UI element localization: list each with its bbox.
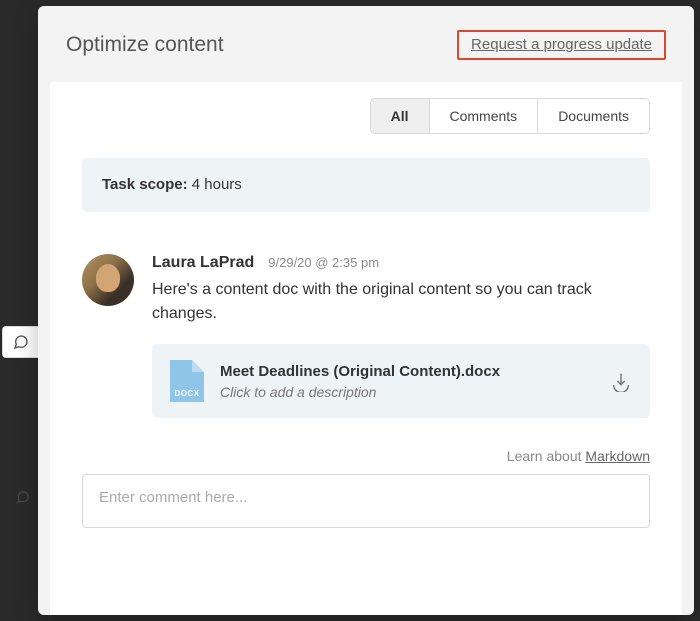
modal-header: Optimize content Request a progress upda… [38,6,694,82]
speech-bubble-icon [13,334,29,350]
comments-tab-toggle[interactable] [2,326,38,358]
comment-item: Laura LaPrad 9/29/20 @ 2:35 pm Here's a … [82,254,650,418]
comment-timestamp: 9/29/20 @ 2:35 pm [268,255,379,270]
task-modal: Optimize content Request a progress upda… [38,6,694,615]
highlight-annotation: Request a progress update [457,30,666,60]
tab-documents[interactable]: Documents [538,99,649,133]
attachment-card[interactable]: DOCX Meet Deadlines (Original Content).d… [152,344,650,418]
markdown-link[interactable]: Markdown [585,448,650,464]
scope-value: 4 hours [188,176,242,193]
file-ext-label: DOCX [170,389,204,398]
tab-comments[interactable]: Comments [430,99,539,133]
task-scope-box: Task scope: 4 hours [82,158,650,212]
comment-text: Here's a content doc with the original c… [152,278,650,326]
attachment-filename: Meet Deadlines (Original Content).docx [220,362,594,382]
attachment-description[interactable]: Click to add a description [220,384,594,400]
comment-placeholder: Enter comment here... [99,489,247,506]
markdown-hint: Learn about Markdown [82,448,650,464]
learn-prefix: Learn about [507,448,586,464]
modal-body: All Comments Documents Task scope: 4 hou… [50,82,682,615]
request-progress-link[interactable]: Request a progress update [465,33,658,56]
modal-title: Optimize content [66,33,224,57]
chat-icon [16,490,30,504]
comment-input[interactable]: Enter comment here... [82,474,650,528]
filter-tabs: All Comments Documents [82,98,650,134]
scope-label: Task scope: [102,176,188,193]
avatar[interactable] [82,254,134,306]
download-icon[interactable] [610,370,632,392]
docx-icon: DOCX [170,360,204,402]
comment-author: Laura LaPrad [152,254,254,272]
tab-all[interactable]: All [371,99,430,133]
